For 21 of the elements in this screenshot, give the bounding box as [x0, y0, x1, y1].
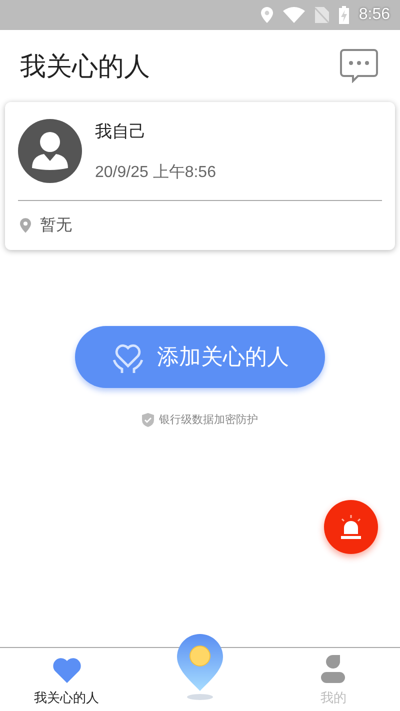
location-icon: [260, 7, 273, 23]
wifi-icon: [282, 7, 305, 23]
page-title: 我关心的人: [20, 50, 150, 84]
nav-tab[interactable]: 我关心的人: [0, 648, 134, 711]
battery-charging-icon: [338, 6, 349, 24]
location-text: 暂无: [40, 215, 72, 236]
heart-icon: [52, 657, 82, 683]
message-icon[interactable]: [340, 49, 378, 83]
alarm-button[interactable]: [324, 500, 378, 554]
sun-pin-icon[interactable]: [176, 634, 224, 700]
alarm-light-icon: [338, 514, 364, 540]
security-note: 银行级数据加密防护: [159, 412, 258, 427]
no-sim-icon: [314, 7, 329, 23]
person-icon: [320, 655, 346, 683]
person-card[interactable]: 我自己 20/9/25 上午8:56 暂无: [5, 102, 395, 250]
status-time: 8:56: [358, 6, 390, 24]
avatar: [18, 119, 82, 183]
location-icon: [20, 218, 31, 233]
update-time: 20/9/25 上午8:56: [95, 162, 216, 183]
person-name: 我自己: [95, 121, 147, 143]
shield-icon: [142, 412, 154, 426]
